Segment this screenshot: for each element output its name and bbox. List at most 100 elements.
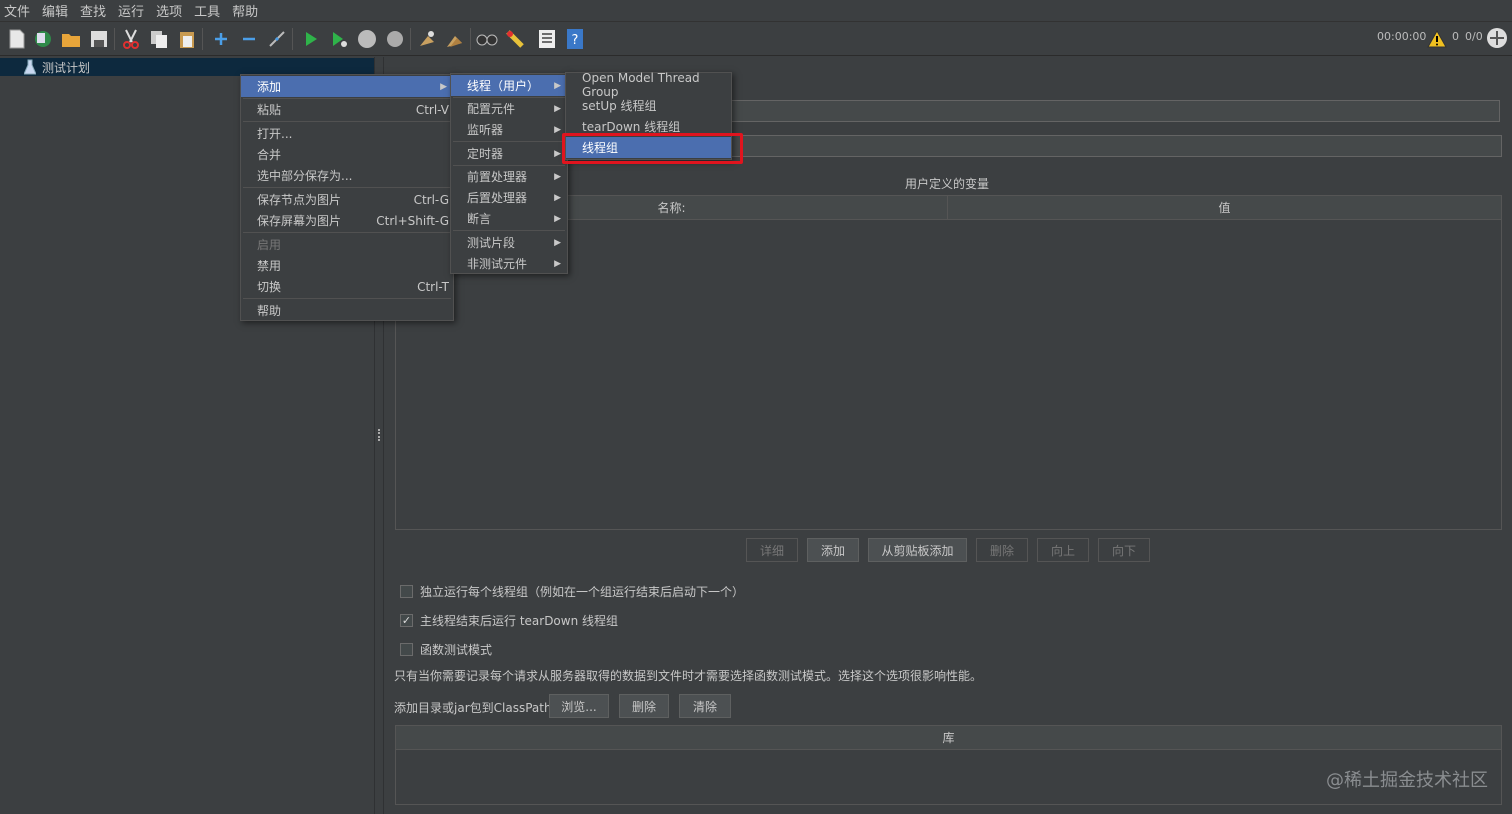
divider-grip-icon xyxy=(378,429,381,441)
classpath-clear-button[interactable]: 清除 xyxy=(679,694,731,718)
menu-item-label: 非测试元件 xyxy=(467,257,528,271)
submenu-arrow-icon: ▶ xyxy=(554,80,561,91)
context-menu: 添加 ▶ 粘贴 Ctrl-V 打开... 合并 选中部分保存为... 保存节点为… xyxy=(240,74,454,321)
classpath-delete-button[interactable]: 删除 xyxy=(619,694,669,718)
function-helper-icon[interactable] xyxy=(536,28,558,50)
menu-item-save-screen-image[interactable]: 保存屏幕为图片 Ctrl+Shift-G xyxy=(241,210,453,231)
warning-count: 0 xyxy=(1452,30,1459,43)
menu-item-disable[interactable]: 禁用 xyxy=(241,255,453,276)
submenu-item-listener[interactable]: 监听器 ▶ xyxy=(451,119,567,140)
checkbox-label: 主线程结束后运行 tearDown 线程组 xyxy=(420,614,619,628)
submenu-item-open-model-thread-group[interactable]: Open Model Thread Group xyxy=(566,71,731,99)
help-icon[interactable]: ? xyxy=(564,28,586,50)
checkbox-box[interactable] xyxy=(400,585,413,598)
menu-item-label: 打开... xyxy=(257,127,293,141)
detail-button[interactable]: 详细 xyxy=(746,538,798,562)
menu-separator xyxy=(243,187,451,188)
submenu-item-threads[interactable]: 线程（用户） ▶ xyxy=(451,75,567,96)
reset-search-icon[interactable] xyxy=(504,28,526,50)
menu-item-toggle[interactable]: 切换 Ctrl-T xyxy=(241,276,453,297)
menu-separator xyxy=(243,232,451,233)
menu-item-label: 添加 xyxy=(257,80,282,94)
functional-mode-checkbox[interactable]: 函数测试模式 xyxy=(400,641,492,658)
timer: 00:00:00 xyxy=(1377,30,1427,43)
toolbar: ? 00:00:00 0 0/0 xyxy=(0,22,1512,56)
search-icon[interactable] xyxy=(476,28,498,50)
remote-icon[interactable] xyxy=(1486,27,1508,49)
shutdown-icon[interactable] xyxy=(384,28,406,50)
menu-item-enable[interactable]: 启用 xyxy=(241,234,453,255)
teardown-on-shutdown-checkbox[interactable]: ✓ 主线程结束后运行 tearDown 线程组 xyxy=(400,612,618,629)
menu-item-merge[interactable]: 合并 xyxy=(241,144,453,165)
checkbox-box[interactable]: ✓ xyxy=(400,614,413,627)
browse-button[interactable]: 浏览... xyxy=(549,694,609,718)
menu-separator xyxy=(243,121,451,122)
expand-icon[interactable] xyxy=(210,28,232,50)
menu-item-label: 保存屏幕为图片 xyxy=(257,214,342,228)
col-value-header[interactable]: 值 xyxy=(948,196,1501,220)
menu-run[interactable]: 运行 xyxy=(112,1,150,20)
menu-item-label: 禁用 xyxy=(257,259,282,273)
save-icon[interactable] xyxy=(88,28,110,50)
collapse-icon[interactable] xyxy=(238,28,260,50)
menu-item-help[interactable]: 帮助 xyxy=(241,300,453,321)
submenu-item-config[interactable]: 配置元件 ▶ xyxy=(451,98,567,119)
open-icon[interactable] xyxy=(60,28,82,50)
menu-search[interactable]: 查找 xyxy=(74,1,112,20)
menu-item-label: 合并 xyxy=(257,148,282,162)
cut-icon[interactable] xyxy=(120,28,142,50)
clear-icon[interactable] xyxy=(416,28,438,50)
add-button[interactable]: 添加 xyxy=(807,538,859,562)
menu-item-label: 断言 xyxy=(467,212,492,226)
menu-separator xyxy=(243,298,451,299)
menu-item-label: 粘贴 xyxy=(257,103,282,117)
menu-item-label: 线程（用户） xyxy=(467,79,540,93)
start-no-pause-icon[interactable] xyxy=(328,28,350,50)
add-from-clipboard-button[interactable]: 从剪贴板添加 xyxy=(868,538,967,562)
menu-item-label: 定时器 xyxy=(467,147,504,161)
menu-options[interactable]: 选项 xyxy=(150,1,188,20)
section-title: 用户定义的变量 xyxy=(905,177,990,191)
submenu-item-test-fragment[interactable]: 测试片段 ▶ xyxy=(451,232,567,253)
copy-icon[interactable] xyxy=(148,28,170,50)
lib-header[interactable]: 库 xyxy=(396,726,1501,750)
submenu-item-preprocessor[interactable]: 前置处理器 ▶ xyxy=(451,166,567,187)
delete-button[interactable]: 删除 xyxy=(976,538,1028,562)
menu-file[interactable]: 文件 xyxy=(0,1,36,20)
submenu-item-timer[interactable]: 定时器 ▶ xyxy=(451,143,567,164)
submenu-item-postprocessor[interactable]: 后置处理器 ▶ xyxy=(451,187,567,208)
toggle-icon[interactable] xyxy=(266,28,288,50)
templates-icon[interactable] xyxy=(32,28,54,50)
submenu-arrow-icon: ▶ xyxy=(440,81,447,92)
menu-item-label: 测试片段 xyxy=(467,236,516,250)
checkbox-box[interactable] xyxy=(400,643,413,656)
menu-item-save-node-image[interactable]: 保存节点为图片 Ctrl-G xyxy=(241,189,453,210)
add-submenu: 线程（用户） ▶ 配置元件 ▶ 监听器 ▶ 定时器 ▶ 前置处理器 ▶ 后置处理… xyxy=(450,73,568,274)
library-table[interactable]: 库 xyxy=(395,725,1502,805)
submenu-item-setup-thread-group[interactable]: setUp 线程组 xyxy=(566,95,731,116)
submenu-arrow-icon: ▶ xyxy=(554,103,561,114)
warning-icon[interactable] xyxy=(1426,28,1448,50)
start-icon[interactable] xyxy=(300,28,322,50)
stop-icon[interactable] xyxy=(356,28,378,50)
submenu-item-non-test[interactable]: 非测试元件 ▶ xyxy=(451,253,567,274)
move-down-button[interactable]: 向下 xyxy=(1098,538,1150,562)
serialize-threadgroups-checkbox[interactable]: 独立运行每个线程组（例如在一个组运行结束后启动下一个） xyxy=(400,583,744,600)
menu-item-open[interactable]: 打开... xyxy=(241,123,453,144)
new-icon[interactable] xyxy=(6,28,28,50)
menu-item-accel: Ctrl-G xyxy=(413,192,449,207)
menu-bar: 文件 编辑 查找 运行 选项 工具 帮助 xyxy=(0,0,1512,22)
submenu-item-assertion[interactable]: 断言 ▶ xyxy=(451,208,567,229)
menu-edit[interactable]: 编辑 xyxy=(36,1,74,20)
menu-item-save-selection[interactable]: 选中部分保存为... xyxy=(241,165,453,186)
menu-tools[interactable]: 工具 xyxy=(188,1,226,20)
submenu-arrow-icon: ▶ xyxy=(554,258,561,269)
move-up-button[interactable]: 向上 xyxy=(1037,538,1089,562)
clear-all-icon[interactable] xyxy=(444,28,466,50)
menu-item-paste[interactable]: 粘贴 Ctrl-V xyxy=(241,99,453,120)
paste-icon[interactable] xyxy=(176,28,198,50)
menu-item-label: 切换 xyxy=(257,280,282,294)
menu-help[interactable]: 帮助 xyxy=(226,1,264,20)
submenu-arrow-icon: ▶ xyxy=(554,213,561,224)
menu-item-add[interactable]: 添加 ▶ xyxy=(241,76,453,97)
